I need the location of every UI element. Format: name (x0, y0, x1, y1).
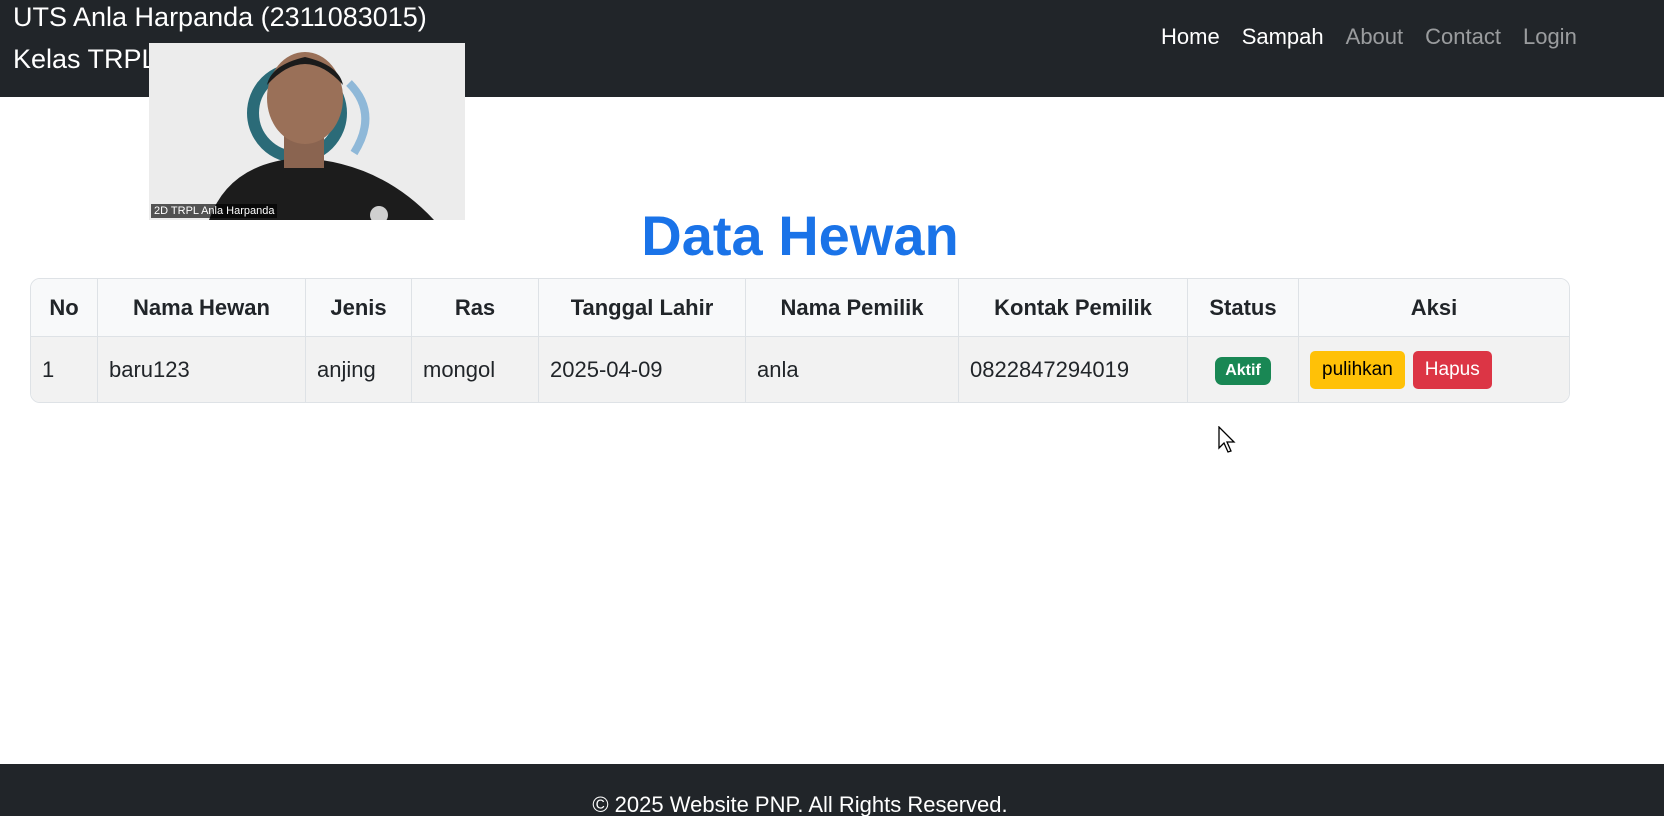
footer: © 2025 Website PNP. All Rights Reserved. (0, 764, 1664, 817)
nav-contact[interactable]: Contact (1414, 24, 1512, 50)
nav-menu: Home Sampah About Contact Login (1150, 24, 1588, 50)
nav-home[interactable]: Home (1150, 24, 1231, 50)
brand-title[interactable]: UTS Anla Harpanda (2311083015) (13, 2, 427, 33)
restore-button[interactable]: pulihkan (1310, 350, 1405, 389)
table-header-row: No Nama Hewan Jenis Ras Tanggal Lahir Na… (31, 279, 1569, 337)
col-header-ras: Ras (411, 279, 539, 337)
cell-status: Aktif (1187, 336, 1299, 402)
brand-subtitle: Kelas TRPL (13, 44, 157, 74)
col-header-nama-hewan: Nama Hewan (97, 279, 306, 337)
table-row: 1 baru123 anjing mongol 2025-04-09 anla … (31, 336, 1569, 402)
col-header-tanggal-lahir: Tanggal Lahir (538, 279, 746, 337)
col-header-nama-pemilik: Nama Pemilik (745, 279, 959, 337)
footer-copyright: © 2025 Website PNP. All Rights Reserved. (592, 792, 1008, 817)
nav-login[interactable]: Login (1512, 24, 1588, 50)
webcam-person-image (149, 43, 465, 220)
status-badge: Aktif (1215, 356, 1271, 385)
cell-kontak-pemilik: 0822847294019 (958, 336, 1188, 402)
mouse-cursor-icon (1218, 426, 1236, 453)
data-table: No Nama Hewan Jenis Ras Tanggal Lahir Na… (31, 279, 1569, 402)
cell-nama-hewan: baru123 (97, 336, 306, 402)
data-table-container: No Nama Hewan Jenis Ras Tanggal Lahir Na… (30, 278, 1570, 403)
page-title: Data Hewan (641, 204, 959, 267)
cell-jenis: anjing (305, 336, 412, 402)
col-header-no: No (31, 279, 98, 337)
cell-nama-pemilik: anla (745, 336, 959, 402)
col-header-status: Status (1187, 279, 1299, 337)
cell-ras: mongol (411, 336, 539, 402)
cell-tanggal-lahir: 2025-04-09 (538, 336, 746, 402)
webcam-overlay: 2D TRPL Anla Harpanda (149, 43, 465, 220)
nav-sampah[interactable]: Sampah (1231, 24, 1335, 50)
col-header-jenis: Jenis (305, 279, 412, 337)
cell-aksi: pulihkan Hapus (1298, 336, 1569, 402)
cell-no: 1 (31, 336, 98, 402)
delete-button[interactable]: Hapus (1412, 350, 1492, 389)
col-header-kontak-pemilik: Kontak Pemilik (958, 279, 1188, 337)
col-header-aksi: Aksi (1298, 279, 1569, 337)
nav-about[interactable]: About (1335, 24, 1415, 50)
